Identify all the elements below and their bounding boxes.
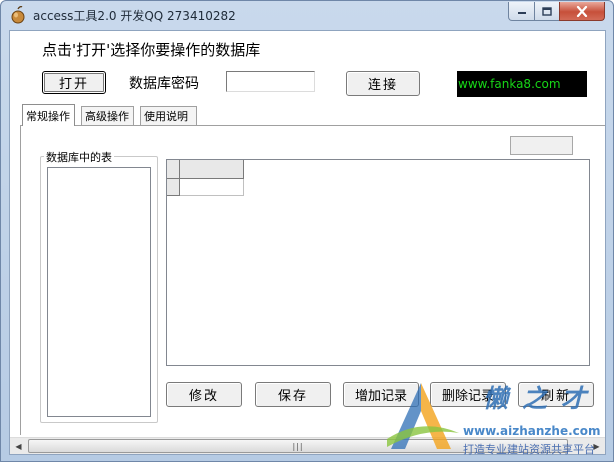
horizontal-scrollbar[interactable]: ◀ ||| ▶ [10, 437, 605, 454]
open-button[interactable]: 打开 [42, 71, 106, 94]
arrow-right-icon: ▶ [593, 441, 600, 451]
tab-help[interactable]: 使用说明 [140, 106, 197, 125]
tab-advanced[interactable]: 高级操作 [81, 106, 134, 125]
minimize-button[interactable] [508, 2, 535, 21]
scroll-right-button[interactable]: ▶ [588, 438, 605, 454]
status-box [510, 136, 573, 155]
password-label: 数据库密码 [129, 76, 199, 92]
save-button[interactable]: 保存 [255, 382, 331, 407]
grid-corner[interactable] [167, 160, 180, 179]
minimize-icon [517, 12, 526, 14]
scroll-left-button[interactable]: ◀ [10, 438, 27, 454]
tables-list[interactable] [47, 167, 151, 417]
password-input[interactable] [226, 71, 315, 92]
site-url-banner: www.fanka8.com [457, 71, 587, 97]
refresh-button[interactable]: 刷新 [518, 382, 594, 407]
delete-record-button[interactable]: 删除记录 [430, 382, 506, 407]
window-title: access工具2.0 开发QQ 273410282 [33, 9, 236, 23]
tab-general[interactable]: 常规操作 [22, 104, 75, 126]
maximize-icon [542, 6, 552, 16]
tables-group-title: 数据库中的表 [44, 149, 114, 165]
close-icon [576, 5, 588, 17]
close-button[interactable] [559, 2, 605, 21]
grid-cell[interactable] [180, 179, 244, 196]
instruction-text: 点击'打开'选择你要操作的数据库 [42, 41, 261, 59]
grid-row-header[interactable] [167, 179, 180, 196]
client-area: 点击'打开'选择你要操作的数据库 打开 数据库密码 连接 www.fanka8.… [9, 30, 606, 455]
edit-button[interactable]: 修改 [166, 382, 242, 407]
app-logo-icon [11, 6, 25, 24]
add-record-button[interactable]: 增加记录 [343, 382, 419, 407]
title-bar[interactable]: access工具2.0 开发QQ 273410282 [1, 1, 613, 29]
arrow-left-icon: ◀ [15, 441, 22, 451]
scrollbar-thumb[interactable]: ||| [28, 439, 568, 453]
grid-column-header[interactable] [180, 160, 244, 179]
maximize-button[interactable] [534, 2, 560, 21]
app-window: access工具2.0 开发QQ 273410282 点击'打开'选择你要操作的… [0, 0, 614, 462]
data-grid[interactable] [166, 159, 590, 366]
connect-button[interactable]: 连接 [346, 71, 420, 96]
scrollbar-grip: ||| [292, 441, 304, 451]
